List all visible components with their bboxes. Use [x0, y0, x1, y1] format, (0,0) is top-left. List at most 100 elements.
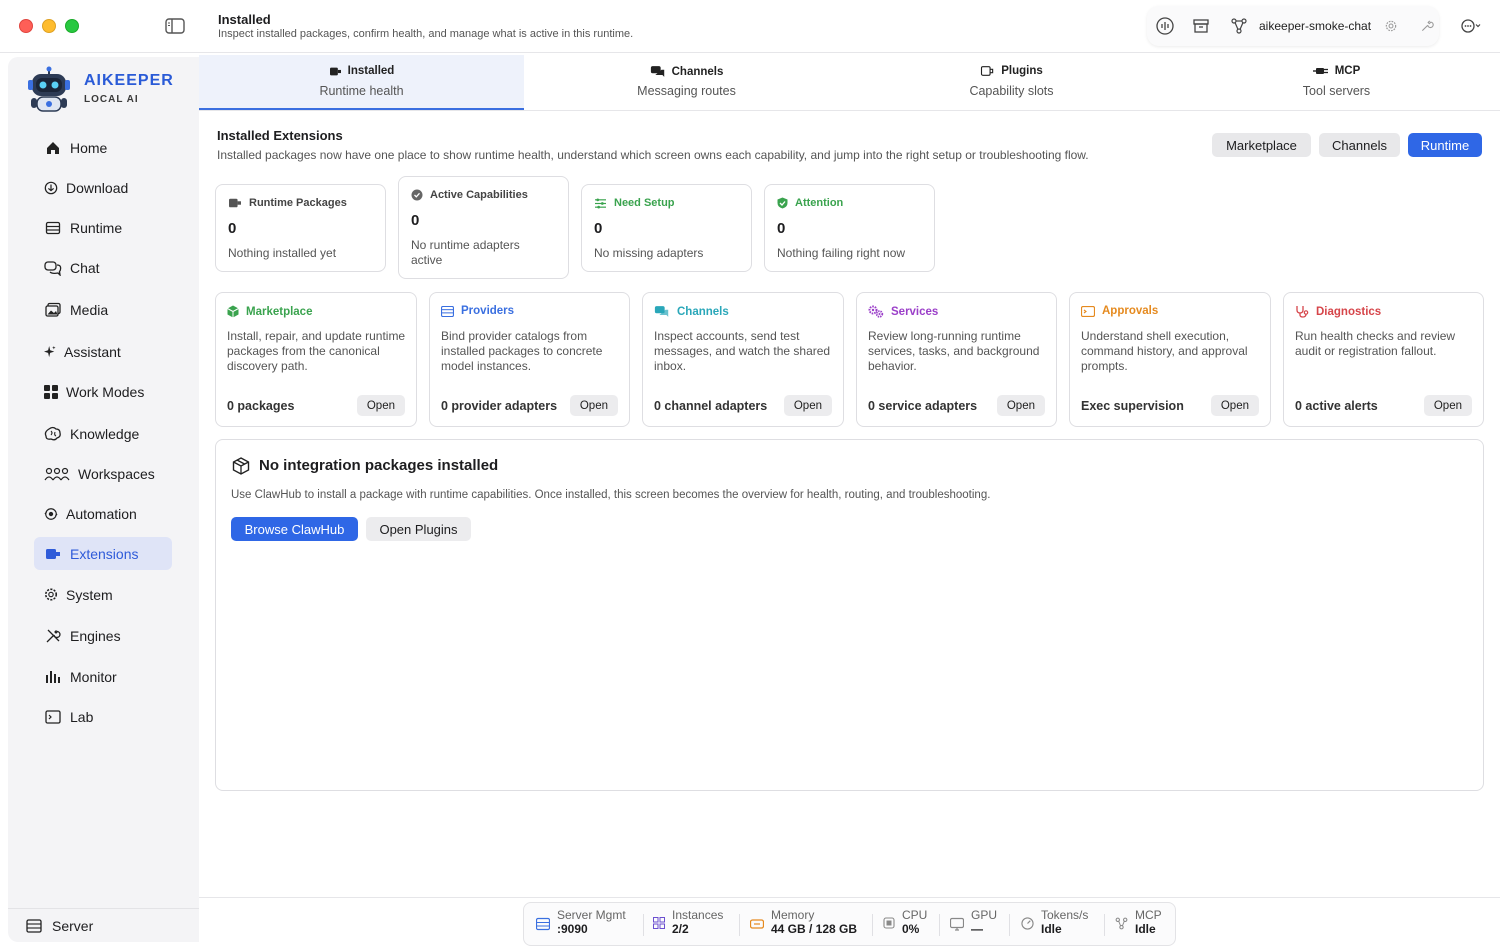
runtime-button[interactable]: Runtime — [1408, 133, 1482, 157]
status-label: Memory — [771, 908, 815, 922]
stat-label: Need Setup — [614, 197, 675, 209]
sidebar-item-label: Assistant — [64, 343, 121, 360]
status-value: 44 GB / 128 GB — [771, 922, 858, 936]
sidebar-item-assistant[interactable]: Assistant — [34, 335, 172, 368]
status-value: Idle — [1041, 922, 1062, 936]
feature-card-approvals: Approvals Understand shell execution, co… — [1069, 292, 1271, 427]
feature-card-services: Services Review long-running runtime ser… — [856, 292, 1057, 427]
tab-subtitle: Messaging routes — [637, 84, 736, 98]
tab-channels[interactable]: Channels Messaging routes — [524, 55, 849, 110]
stat-note: No missing adapters — [594, 246, 704, 260]
sidebar-footer-label: Server — [52, 917, 94, 934]
tab-subtitle: Capability slots — [969, 84, 1054, 98]
status-label: MCP — [1135, 908, 1162, 922]
tools-icon — [46, 629, 61, 642]
stat-value: 0 — [228, 220, 237, 237]
open-channels-button[interactable]: Open — [783, 395, 832, 416]
channels-button[interactable]: Channels — [1319, 133, 1400, 157]
status-cpu[interactable]: CPU 0% — [883, 908, 927, 940]
sidebar-item-runtime[interactable]: Runtime — [34, 211, 172, 244]
sidebar-item-monitor[interactable]: Monitor — [34, 660, 172, 693]
tab-title: Plugins — [1001, 65, 1043, 77]
brain-icon — [44, 426, 61, 440]
status-instances[interactable]: Instances 2/2 — [653, 908, 723, 940]
stat-card-need-setup: Need Setup 0 No missing adapters — [581, 184, 752, 272]
open-approvals-button[interactable]: Open — [1210, 395, 1259, 416]
runtime-icon — [45, 221, 61, 234]
status-separator — [643, 914, 644, 936]
media-icon — [45, 302, 61, 317]
archive-icon[interactable] — [1192, 17, 1210, 35]
sidebar-toggle-icon[interactable] — [165, 17, 185, 35]
status-gpu[interactable]: GPU — — [950, 908, 997, 940]
sidebar-item-work-modes[interactable]: Work Modes — [34, 375, 172, 408]
sidebar-item-label: Runtime — [70, 219, 123, 236]
plugin-outline-icon — [981, 66, 994, 76]
open-plugins-button[interactable]: Open Plugins — [366, 517, 471, 541]
open-marketplace-button[interactable]: Open — [356, 395, 405, 416]
open-providers-button[interactable]: Open — [569, 395, 618, 416]
workspace-label[interactable]: aikeeper-smoke-chat — [1259, 19, 1371, 33]
wrench-icon[interactable] — [1420, 19, 1434, 33]
sidebar-item-knowledge[interactable]: Knowledge — [34, 417, 172, 450]
status-server-mgmt[interactable]: Server Mgmt:9090 — [536, 908, 626, 940]
sidebar-item-engines[interactable]: Engines — [34, 619, 172, 652]
stat-card-runtime-packages: Runtime Packages 0 Nothing installed yet — [215, 184, 386, 272]
sidebar-item-download[interactable]: Download — [34, 171, 172, 204]
open-services-button[interactable]: Open — [996, 395, 1045, 416]
sidebar-item-media[interactable]: Media — [34, 293, 172, 326]
branch-icon[interactable] — [1230, 17, 1248, 35]
tab-installed[interactable]: Installed Runtime health — [199, 55, 524, 110]
feature-card-diagnostics: Diagnostics Run health checks and review… — [1283, 292, 1484, 427]
zoom-window-button[interactable] — [65, 19, 79, 33]
stethoscope-icon — [1296, 306, 1309, 318]
sidebar-item-automation[interactable]: Automation — [34, 497, 172, 530]
status-separator — [1104, 914, 1105, 936]
sidebar-item-server[interactable]: Server — [8, 908, 199, 942]
sidebar-item-home[interactable]: Home — [34, 131, 172, 164]
status-mcp[interactable]: MCP Idle — [1115, 908, 1162, 940]
feature-description: Understand shell execution, command hist… — [1081, 329, 1248, 373]
marketplace-button[interactable]: Marketplace — [1212, 133, 1311, 157]
tab-subtitle: Runtime health — [319, 84, 404, 98]
tab-mcp[interactable]: MCP Tool servers — [1174, 55, 1499, 110]
status-separator — [872, 914, 873, 936]
minimize-window-button[interactable] — [42, 19, 56, 33]
feature-title: Channels — [677, 305, 729, 318]
approvals-icon — [1081, 305, 1095, 317]
tab-title: Channels — [671, 65, 724, 78]
tab-subtitle: Tool servers — [1302, 84, 1371, 98]
stat-label: Attention — [795, 197, 844, 209]
empty-state-description: Use ClawHub to install a package with ru… — [231, 489, 991, 501]
tab-plugins[interactable]: Plugins Capability slots — [849, 55, 1174, 110]
more-icon[interactable] — [1460, 17, 1482, 35]
sidebar-item-chat[interactable]: Chat — [34, 251, 172, 284]
open-diagnostics-button[interactable]: Open — [1423, 395, 1472, 416]
instances-icon — [653, 917, 665, 929]
people-icon — [44, 467, 70, 480]
status-label: CPU — [902, 908, 928, 922]
sidebar-item-extensions[interactable]: Extensions — [34, 537, 172, 570]
feature-title: Approvals — [1102, 305, 1159, 317]
sidebar-item-workspaces[interactable]: Workspaces — [34, 457, 172, 490]
grid-icon — [44, 384, 58, 399]
status-divider — [199, 897, 1500, 898]
browse-clawhub-button[interactable]: Browse ClawHub — [231, 517, 358, 541]
status-memory[interactable]: Memory 44 GB / 128 GB — [750, 908, 857, 940]
stat-card-active-capabilities: Active Capabilities 0 No runtime adapter… — [398, 176, 569, 279]
sidebar-item-system[interactable]: System — [34, 578, 172, 611]
close-window-button[interactable] — [19, 19, 33, 33]
robot-logo-icon — [28, 66, 70, 112]
status-tokens[interactable]: Tokens/s Idle — [1021, 908, 1088, 940]
waveform-icon[interactable] — [1156, 17, 1174, 35]
page-title: Installed — [218, 12, 271, 27]
stat-value: 0 — [594, 220, 603, 237]
brand-tagline: LOCAL AI — [84, 94, 139, 105]
plug-icon — [1312, 68, 1328, 74]
feature-description: Install, repair, and update runtime pack… — [227, 329, 406, 373]
sidebar-item-lab[interactable]: Lab — [34, 700, 172, 733]
stat-note: No runtime adapters active — [411, 238, 520, 267]
gear-icon[interactable] — [1384, 19, 1398, 33]
status-value: 0% — [902, 922, 920, 936]
sidebar-item-label: Lab — [70, 708, 94, 725]
